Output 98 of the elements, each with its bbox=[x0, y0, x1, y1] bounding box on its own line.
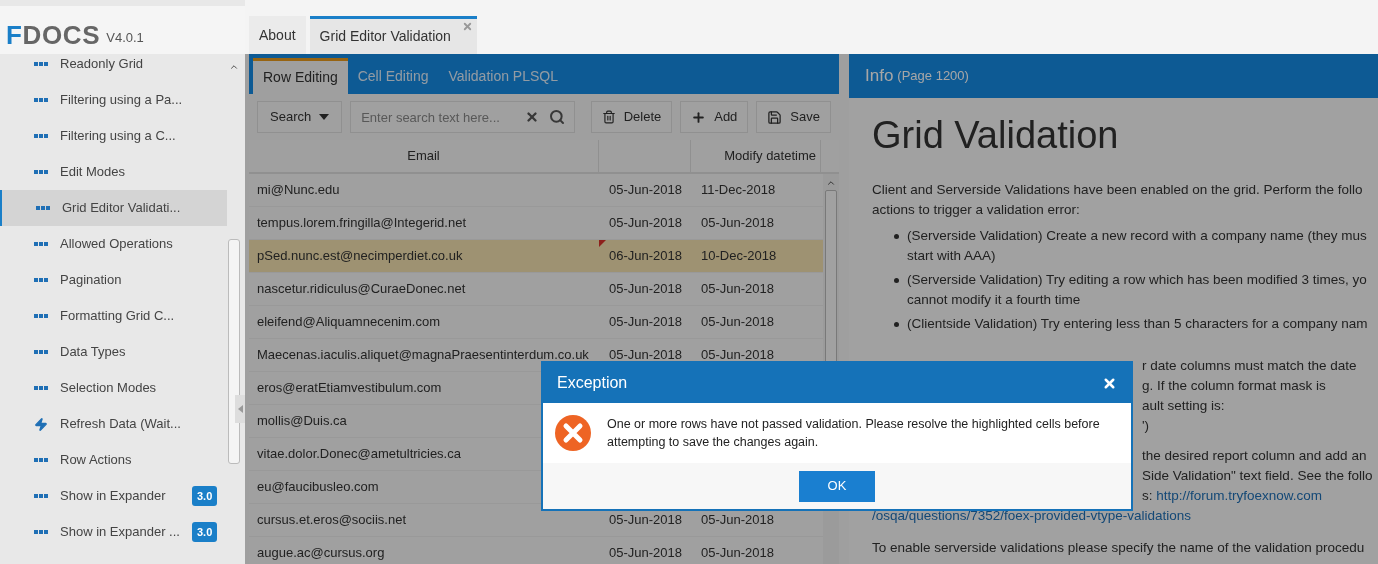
bullet-text: (Serverside Validation) Try editing a row which has been modified 3 times, yo cannot modify it a fourth time bbox=[907, 271, 1367, 309]
error-icon bbox=[555, 415, 591, 451]
sidebar-item[interactable]: Data Types bbox=[0, 334, 228, 370]
close-icon[interactable] bbox=[1102, 375, 1117, 391]
sidebar-item[interactable]: Show in Expander ... 3.0 bbox=[0, 514, 228, 550]
trash-icon bbox=[601, 110, 616, 124]
scroll-up-icon[interactable] bbox=[826, 178, 836, 188]
dots-icon bbox=[34, 241, 48, 247]
dots-icon bbox=[34, 277, 48, 283]
forum-link[interactable]: http://forum.tryfoexnow.com bbox=[1156, 488, 1323, 503]
info-title: Info bbox=[865, 65, 894, 88]
table-cell: 06-Jun-2018 bbox=[609, 248, 682, 264]
dots-icon bbox=[34, 457, 48, 463]
dialog-title: Exception bbox=[557, 373, 628, 393]
table-cell: 05-Jun-2018 bbox=[701, 347, 774, 363]
grid-row[interactable]: pSed.nunc.est@necimperdiet.co.uk 06-Jun-2018 10-Dec-2018 bbox=[249, 240, 823, 273]
table-cell: Maecenas.iaculis.aliquet@magnaPraesentinterdum.co.uk bbox=[257, 347, 589, 363]
table-cell: cursus.et.eros@sociis.net bbox=[257, 512, 407, 528]
sidebar-item[interactable]: Show in Expander 3.0 bbox=[0, 478, 228, 514]
dots-icon bbox=[34, 97, 48, 103]
table-cell: eu@faucibusleo.com bbox=[257, 479, 379, 495]
column-header[interactable]: Email bbox=[249, 140, 599, 172]
dots-icon bbox=[34, 493, 48, 499]
table-cell: 05-Jun-2018 bbox=[701, 215, 774, 231]
info-paragraph: To enable serverside validations please specify the name of the validation procedu bbox=[872, 539, 1366, 557]
page-heading: Grid Validation bbox=[872, 113, 1120, 158]
sidebar-item[interactable]: Edit Modes bbox=[0, 154, 228, 190]
dots-icon bbox=[34, 61, 48, 67]
search-menu-button[interactable]: Search bbox=[257, 101, 343, 133]
collapse-handle[interactable] bbox=[235, 395, 245, 423]
caret-icon bbox=[319, 114, 330, 120]
table-cell: 05-Jun-2018 bbox=[609, 314, 682, 330]
delete-button[interactable]: Delete bbox=[590, 101, 673, 133]
table-cell: 05-Jun-2018 bbox=[609, 545, 682, 561]
dots-icon bbox=[34, 349, 48, 355]
bolt-icon bbox=[34, 416, 48, 432]
sidebar-item[interactable]: Readonly Grid bbox=[0, 54, 228, 82]
table-cell: mi@Nunc.edu bbox=[257, 182, 340, 198]
grid-tab[interactable]: Row Editing bbox=[253, 58, 348, 94]
info-text: s: bbox=[1142, 488, 1154, 503]
app-version: V4.0.1 bbox=[106, 28, 144, 47]
sidebar-item[interactable]: Formatting Grid C... bbox=[0, 298, 228, 334]
table-cell: 05-Jun-2018 bbox=[609, 281, 682, 297]
dots-icon bbox=[34, 133, 48, 139]
page-tab[interactable]: About bbox=[249, 16, 306, 54]
intro-paragraph: Client and Serverside Validations have been enabled on the grid. Perform the follo actions to trigger a validation error: bbox=[872, 181, 1364, 219]
table-cell: 05-Jun-2018 bbox=[701, 314, 774, 330]
version-badge: 3.0 bbox=[191, 485, 218, 507]
search-icon[interactable] bbox=[548, 109, 565, 125]
scrollbar-thumb[interactable] bbox=[228, 239, 241, 464]
table-cell: nascetur.ridiculus@CuraeDonec.net bbox=[257, 281, 466, 297]
table-cell: 10-Dec-2018 bbox=[701, 248, 777, 264]
dots-icon bbox=[34, 385, 48, 391]
ok-button[interactable]: OK bbox=[799, 470, 875, 502]
sidebar-item[interactable]: Allowed Operations bbox=[0, 226, 228, 262]
close-icon[interactable] bbox=[461, 21, 473, 32]
search-field[interactable]: Enter search text here... bbox=[350, 101, 575, 133]
save-button[interactable]: Save bbox=[756, 101, 831, 133]
table-cell: 05-Jun-2018 bbox=[701, 281, 774, 297]
sidebar-item[interactable]: Filtering using a C... bbox=[0, 118, 228, 154]
page-tab[interactable]: Grid Editor Validation bbox=[309, 16, 477, 54]
add-button[interactable]: Add bbox=[680, 101, 749, 133]
table-cell: eros@eratEtiamvestibulum.com bbox=[257, 380, 442, 396]
page-number: (Page 1200) bbox=[897, 67, 969, 86]
table-cell: pSed.nunc.est@necimperdiet.co.uk bbox=[257, 248, 463, 264]
table-cell: tempus.lorem.fringilla@Integerid.net bbox=[257, 215, 466, 231]
table-cell: 05-Jun-2018 bbox=[609, 215, 682, 231]
dots-icon bbox=[34, 313, 48, 319]
table-cell: 05-Jun-2018 bbox=[701, 545, 774, 561]
sidebar-item[interactable]: Grid Editor Validati... bbox=[0, 190, 228, 226]
scroll-up-icon[interactable] bbox=[229, 62, 240, 72]
table-cell: mollis@Duis.ca bbox=[257, 413, 347, 429]
dots-icon bbox=[34, 529, 48, 535]
bullet-text: (Serverside Validation) Create a new record with a company name (they mus start with AAA) bbox=[907, 227, 1367, 265]
info-paragraph: r date columns must match the date g. If the column format mask is ault setting is: ') bbox=[1142, 357, 1358, 435]
table-cell: eleifend@Aliquamnecenim.com bbox=[257, 314, 440, 330]
plus-icon bbox=[691, 109, 707, 125]
table-cell: 11-Dec-2018 bbox=[701, 182, 776, 198]
table-cell: 05-Jun-2018 bbox=[701, 512, 774, 528]
table-cell: 05-Jun-2018 bbox=[609, 347, 682, 363]
dots-icon bbox=[34, 169, 48, 175]
floppy-icon bbox=[767, 109, 783, 125]
caret-icon bbox=[237, 405, 243, 413]
table-cell: 05-Jun-2018 bbox=[609, 512, 682, 528]
version-badge: 3.0 bbox=[191, 521, 218, 543]
bullet-text: (Clientside Validation) Try entering less than 5 characters for a company nam bbox=[907, 315, 1368, 333]
sidebar-item[interactable]: Row Actions bbox=[0, 442, 228, 478]
app-logo: FDOCS bbox=[6, 22, 101, 48]
sidebar-item[interactable]: Pagination bbox=[0, 262, 228, 298]
dots-icon bbox=[36, 205, 50, 211]
column-header[interactable]: Modify datetime bbox=[691, 140, 821, 172]
table-cell: augue.ac@cursus.org bbox=[257, 545, 385, 561]
table-cell: vitae.dolor.Donec@ametultricies.ca bbox=[257, 446, 461, 462]
clear-icon[interactable] bbox=[524, 110, 539, 124]
sidebar-item[interactable]: Selection Modes bbox=[0, 370, 228, 406]
table-cell: 05-Jun-2018 bbox=[609, 182, 682, 198]
sidebar-item[interactable]: Refresh Data (Wait... bbox=[0, 406, 228, 442]
sidebar-item[interactable]: Filtering using a Pa... bbox=[0, 82, 228, 118]
